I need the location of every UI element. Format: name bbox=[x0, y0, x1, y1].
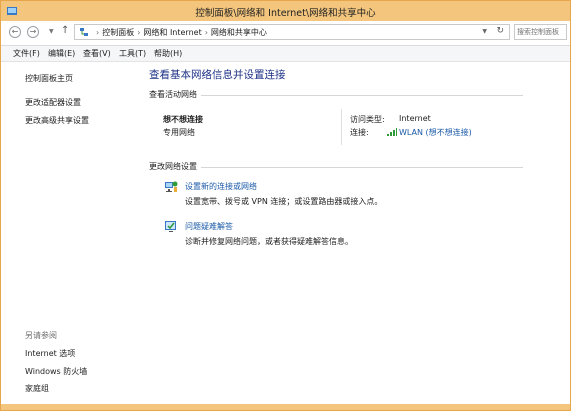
network-name: 想不想连接 bbox=[163, 115, 203, 124]
breadcrumb-separator[interactable]: › bbox=[205, 28, 208, 37]
breadcrumb-separator: › bbox=[96, 28, 100, 37]
forward-button[interactable]: → bbox=[27, 26, 39, 38]
window-title: 控制面板\网络和 Internet\网络和共享中心 bbox=[195, 8, 376, 19]
title-bar[interactable]: 控制面板\网络和 Internet\网络和共享中心 bbox=[1, 1, 570, 21]
menu-help[interactable]: 帮助(H) bbox=[154, 48, 182, 59]
breadcrumb-separator[interactable]: › bbox=[137, 28, 140, 37]
recent-pages-dropdown[interactable]: ▼ bbox=[49, 28, 54, 35]
see-also-heading: 另请参阅 bbox=[25, 331, 57, 340]
access-type-value: Internet bbox=[399, 114, 431, 123]
network-type-link[interactable]: 专用网络 bbox=[163, 127, 195, 138]
window-bottom-border bbox=[1, 404, 570, 410]
access-type-label: 访问类型: bbox=[350, 115, 385, 124]
search-input[interactable] bbox=[517, 26, 565, 38]
menu-view[interactable]: 查看(V) bbox=[83, 48, 111, 59]
search-box[interactable] bbox=[514, 24, 567, 40]
windows-firewall-link[interactable]: Windows 防火墙 bbox=[25, 366, 87, 377]
address-bar: ← → ▼ ↑ › 控制面板 › 网络和 Internet › 网络和共享中心 ▼ ↻ bbox=[1, 21, 570, 46]
address-dropdown-icon[interactable]: ▼ bbox=[482, 28, 487, 35]
refresh-icon[interactable]: ↻ bbox=[496, 26, 504, 36]
menu-tools[interactable]: 工具(T) bbox=[119, 48, 146, 59]
wlan-connection-link[interactable]: WLAN (想不想连接) bbox=[399, 127, 472, 138]
homegroup-link[interactable]: 家庭组 bbox=[25, 383, 49, 394]
wifi-signal-icon bbox=[387, 128, 397, 136]
address-field[interactable]: › 控制面板 › 网络和 Internet › 网络和共享中心 ▼ ↻ bbox=[74, 24, 510, 40]
breadcrumb-item[interactable]: 网络和共享中心 bbox=[211, 28, 267, 37]
breadcrumb-item[interactable]: 网络和 Internet bbox=[143, 28, 201, 37]
troubleshoot-icon bbox=[165, 221, 176, 232]
back-button[interactable]: ← bbox=[9, 26, 21, 38]
setup-new-connection-description: 设置宽带、拨号或 VPN 连接；或设置路由器或接入点。 bbox=[185, 197, 383, 206]
up-button[interactable]: ↑ bbox=[61, 25, 69, 36]
setup-new-connection-link[interactable]: 设置新的连接或网络 bbox=[185, 181, 257, 192]
connection-label: 连接: bbox=[350, 128, 369, 137]
internet-options-link[interactable]: Internet 选项 bbox=[25, 348, 75, 359]
network-info-divider bbox=[341, 109, 342, 145]
active-networks-heading: 查看活动网络 bbox=[149, 90, 197, 99]
window: 控制面板\网络和 Internet\网络和共享中心 ← → ▼ ↑ › 控制面板 ›… bbox=[0, 0, 571, 411]
change-settings-heading: 更改网络设置 bbox=[149, 162, 197, 171]
troubleshoot-description: 诊断并修复网络问题，或者获得疑难解答信息。 bbox=[185, 237, 353, 246]
menu-bar: 文件(F) 编辑(E) 查看(V) 工具(T) 帮助(H) bbox=[1, 46, 570, 62]
breadcrumb: › 控制面板 › 网络和 Internet › 网络和共享中心 bbox=[93, 27, 267, 38]
menu-edit[interactable]: 编辑(E) bbox=[48, 48, 75, 59]
network-setup-icon bbox=[165, 181, 178, 192]
menu-file[interactable]: 文件(F) bbox=[13, 48, 40, 59]
control-panel-home-link[interactable]: 控制面板主页 bbox=[25, 73, 73, 84]
page-title: 查看基本网络信息并设置连接 bbox=[149, 69, 286, 81]
network-location-icon bbox=[80, 28, 88, 36]
section-divider bbox=[201, 167, 523, 168]
troubleshoot-link[interactable]: 问题疑难解答 bbox=[185, 221, 233, 232]
change-adapter-settings-link[interactable]: 更改适配器设置 bbox=[25, 97, 81, 108]
breadcrumb-item[interactable]: 控制面板 bbox=[102, 28, 134, 37]
section-divider bbox=[201, 95, 523, 96]
change-advanced-sharing-link[interactable]: 更改高级共享设置 bbox=[25, 115, 89, 126]
